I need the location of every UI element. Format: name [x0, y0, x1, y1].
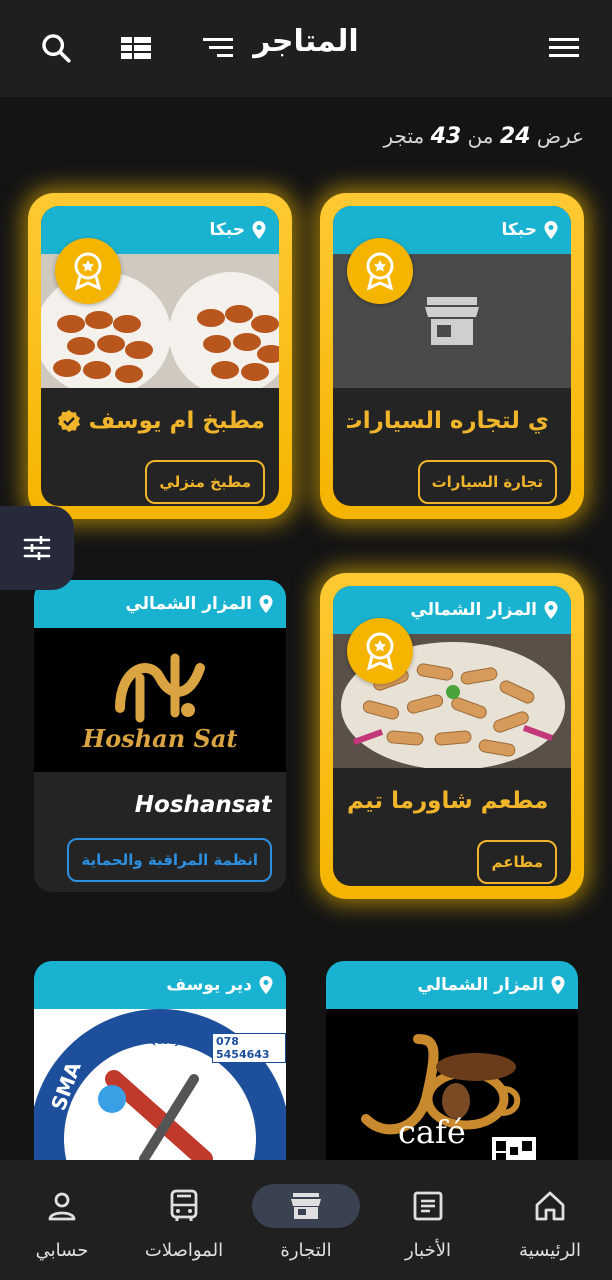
nav-home[interactable]: الرئيسية	[490, 1160, 610, 1280]
category-tag[interactable]: مطبخ منزلي	[145, 460, 265, 504]
page-title: المتاجر	[253, 24, 359, 59]
nav-news[interactable]: الأخبار	[368, 1160, 488, 1280]
phone-number: 078 5454643	[212, 1033, 286, 1063]
store-card-featured[interactable]: حبكا مطبخ ام يوسف مطبخ منزلي	[28, 193, 292, 519]
category-tag[interactable]: تجارة السيارات	[417, 460, 557, 504]
featured-medal-icon	[55, 238, 121, 304]
bus-icon	[130, 1184, 238, 1228]
store-name: مطعم شاورما تيم	[347, 788, 557, 814]
location-pin-icon	[551, 976, 565, 994]
category-tag[interactable]: انظمة المراقبة والحماية	[67, 838, 272, 882]
news-icon	[374, 1184, 482, 1228]
person-icon	[8, 1184, 116, 1228]
location-pin-icon	[259, 976, 273, 994]
filter-button[interactable]	[0, 506, 74, 590]
results-count: عرض 24 من 43 متجر	[383, 124, 584, 149]
logo-text: café	[398, 1113, 466, 1151]
hoshan-sat-logo: Hoshan Sat	[34, 628, 286, 772]
store-card[interactable]: المزار الشمالي café	[326, 961, 578, 1181]
location-pin-icon	[544, 601, 558, 619]
store-location: المزار الشمالي	[326, 961, 578, 1009]
nav-transport[interactable]: المواصلات	[124, 1160, 244, 1280]
store-location: دير يوسف	[34, 961, 286, 1009]
nav-commerce[interactable]: التجارة	[246, 1160, 366, 1280]
tune-icon	[23, 536, 51, 560]
menu-icon[interactable]	[544, 28, 584, 68]
store-card[interactable]: دير يوسف SMA VICES Adu Qusay Alomari 078…	[34, 961, 286, 1181]
store-location: المزار الشمالي	[34, 580, 286, 628]
location-pin-icon	[259, 595, 273, 613]
location-pin-icon	[544, 221, 558, 239]
top-app-bar: المتاجر	[0, 0, 612, 97]
store-name: Hoshansat	[134, 792, 272, 818]
location-pin-icon	[252, 221, 266, 239]
store-name: ي لتجاره السيارات	[347, 408, 557, 434]
verified-icon	[556, 800, 557, 802]
category-tag[interactable]: مطاعم	[477, 840, 557, 884]
jo-cafe-logo: café	[326, 1009, 578, 1181]
storefront-icon	[425, 297, 479, 345]
nav-account[interactable]: حسابي	[2, 1160, 122, 1280]
store-card-featured[interactable]: حبكا ي لتجاره السيارات تجارة السيارات	[320, 193, 584, 519]
featured-medal-icon	[347, 618, 413, 684]
store-card[interactable]: المزار الشمالي Hoshan Sat Hoshansat انظم…	[34, 580, 286, 892]
store-icon	[252, 1184, 360, 1228]
featured-medal-icon	[347, 238, 413, 304]
logo-text: Hoshan Sat	[82, 723, 238, 753]
plumbing-services-logo: SMA VICES Adu Qusay Alomari 078 5454643	[34, 1009, 286, 1181]
bottom-navigation: الرئيسية الأخبار التجارة المواصلات حسابي	[0, 1160, 612, 1280]
logo-text: Adu Qusay Alomari	[126, 1037, 223, 1047]
verified-icon	[57, 410, 80, 432]
store-name: مطبخ ام يوسف	[55, 408, 265, 434]
home-icon	[496, 1184, 604, 1228]
store-card-featured[interactable]: المزار الشمالي مطعم شاورما تيم مطاعم	[320, 573, 584, 899]
